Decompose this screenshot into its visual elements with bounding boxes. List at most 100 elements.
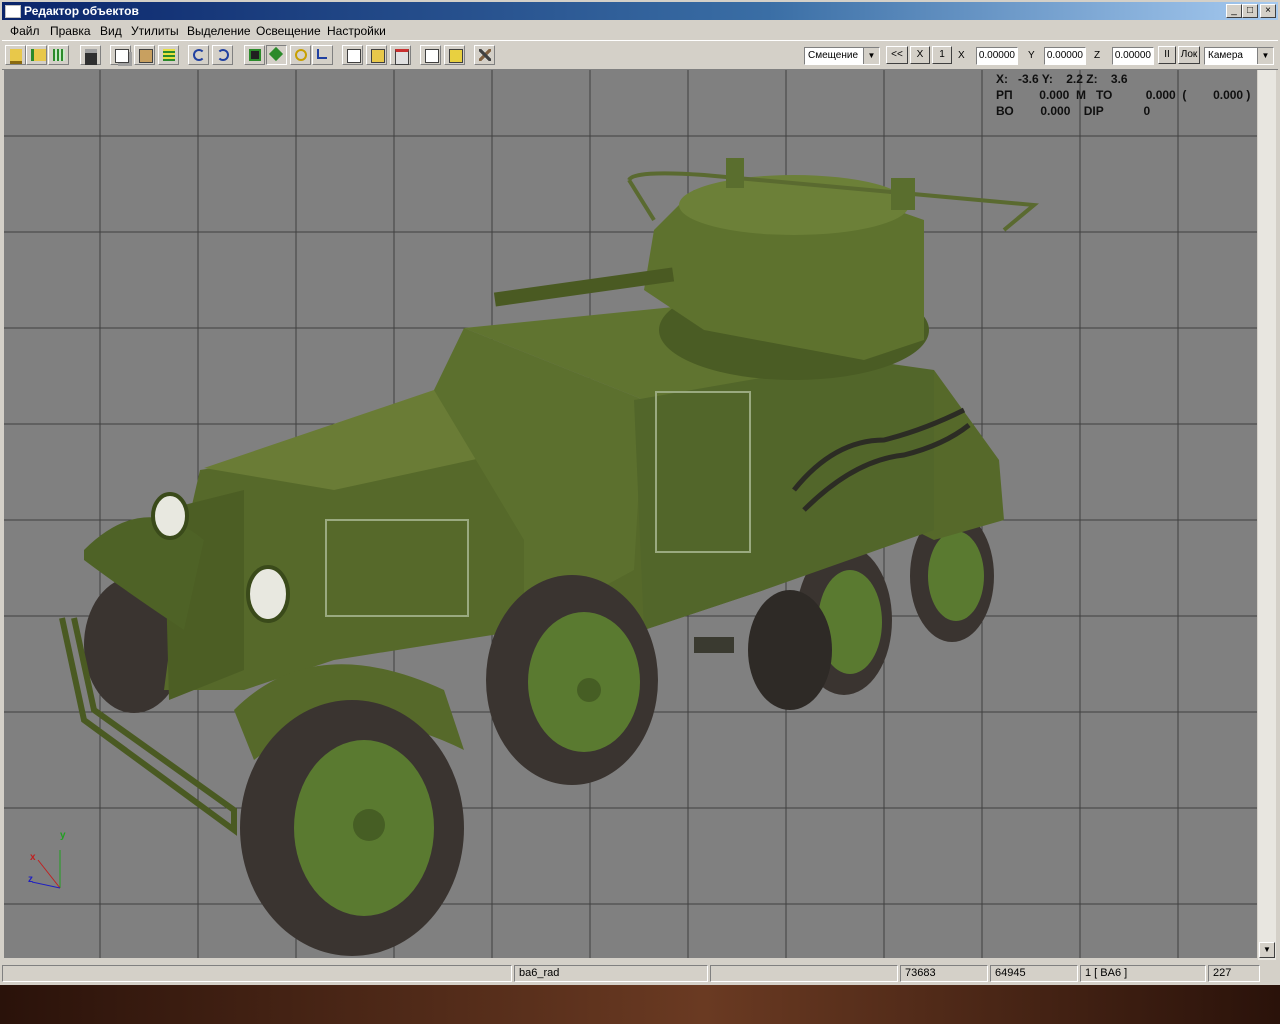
grid-select-button[interactable] (158, 45, 179, 65)
menu-utilities[interactable]: Утилиты (131, 24, 179, 38)
grid-button[interactable] (48, 45, 69, 65)
headlight-left (151, 492, 189, 540)
rotate-icon (295, 49, 307, 61)
menu-bar: Файл Правка Вид Утилиты Выделение Освеще… (2, 21, 1278, 40)
hatch-stack (891, 178, 915, 210)
paste-button[interactable] (134, 45, 155, 65)
status-vertices: 73683 (900, 965, 988, 982)
view-select-value: Камера (1208, 50, 1243, 61)
folder-props-icon (371, 49, 385, 63)
properties-icon (347, 49, 361, 63)
prev-button[interactable]: << (886, 46, 908, 64)
axis-z-label: z (28, 874, 33, 885)
status-count: 227 (1208, 965, 1260, 982)
cube-button[interactable] (444, 45, 465, 65)
headlight-right (246, 565, 290, 623)
grid-icon (53, 49, 65, 61)
menu-lighting[interactable]: Освещение (256, 24, 321, 38)
status-object: 1 [ BA6 ] (1080, 965, 1206, 982)
vertical-scrollbar[interactable]: ▼ (1258, 70, 1276, 960)
hud-bo-dip: ВО 0.000 DIP 0 (996, 104, 1151, 118)
minimize-button[interactable]: _ (1226, 4, 1242, 18)
hud-rp-to: РП 0.000 М ТО 0.000 ( 0.000 ) (996, 88, 1251, 102)
mode-select[interactable]: Смещение ▼ (804, 47, 880, 65)
move-icon (268, 46, 284, 62)
properties-button[interactable] (342, 45, 363, 65)
open-folder-button[interactable] (5, 45, 26, 65)
3d-viewport[interactable]: y x z X: -3.6 Y: 2.2 Z: 3.6 РП 0.000 М Т… (4, 70, 1257, 958)
y-field[interactable]: 0.00000 (1044, 47, 1086, 65)
undo-icon (193, 49, 205, 61)
close-button[interactable]: × (1260, 4, 1276, 18)
editor-window: Редактор объектов _ □ × Файл Правка Вид … (0, 0, 1280, 985)
box-button[interactable] (420, 45, 441, 65)
app-icon (5, 5, 21, 18)
x-toggle-button[interactable]: X (910, 46, 930, 64)
armored-car-model[interactable] (59, 158, 1039, 956)
redo-button[interactable] (212, 45, 233, 65)
cube-icon (449, 49, 463, 63)
tools-icon (479, 49, 491, 61)
window-title: Редактор объектов (24, 4, 139, 18)
open-recent-icon (31, 49, 46, 61)
status-panel-3 (710, 965, 898, 982)
undo-button[interactable] (188, 45, 209, 65)
status-model-name: ba6_rad (514, 965, 708, 982)
desktop-background (0, 985, 1280, 1024)
title-bar: Редактор объектов _ □ × (2, 2, 1278, 20)
scale-icon (317, 49, 327, 59)
step (694, 637, 734, 653)
scene-canvas: y x z (4, 70, 1257, 958)
select-button[interactable] (244, 45, 265, 65)
paste-icon (139, 49, 153, 63)
copy-button[interactable] (110, 45, 131, 65)
menu-file[interactable]: Файл (10, 24, 40, 38)
z-field[interactable]: 0.00000 (1112, 47, 1154, 65)
y-label: Y (1028, 50, 1035, 61)
open-folder-icon (10, 49, 22, 64)
material-icon (395, 49, 409, 65)
axis-x-label: x (30, 852, 36, 863)
middle-wheel (486, 575, 658, 785)
tools-button[interactable] (474, 45, 495, 65)
x-label: X (958, 50, 965, 61)
axis-y-label: y (60, 830, 66, 841)
status-panel-1 (2, 965, 512, 982)
z-label: Z (1094, 50, 1101, 61)
grid-select-icon (163, 49, 175, 61)
folder-props-button[interactable] (366, 45, 387, 65)
rotate-button[interactable] (290, 45, 311, 65)
scale-button[interactable] (312, 45, 333, 65)
save-icon (85, 49, 97, 65)
menu-view[interactable]: Вид (100, 24, 122, 38)
lock-button[interactable]: Лок (1178, 46, 1200, 64)
open-recent-button[interactable] (26, 45, 47, 65)
mode-select-value: Смещение (808, 50, 859, 61)
status-faces: 64945 (990, 965, 1078, 982)
redo-icon (217, 49, 229, 61)
chevron-down-icon: ▼ (1257, 48, 1273, 64)
save-button[interactable] (80, 45, 101, 65)
menu-selection[interactable]: Выделение (187, 24, 251, 38)
view-select[interactable]: Камера ▼ (1204, 47, 1274, 65)
scroll-down-button[interactable]: ▼ (1259, 942, 1275, 958)
material-button[interactable] (390, 45, 411, 65)
one-button[interactable]: 1 (932, 46, 952, 64)
hud-coords: X: -3.6 Y: 2.2 Z: 3.6 (996, 72, 1128, 86)
chevron-down-icon: ▼ (863, 48, 879, 64)
select-icon (249, 49, 261, 61)
rear-side (634, 360, 934, 630)
axis-gizmo: y x z (28, 830, 66, 889)
rear-wheel-back (748, 590, 832, 710)
maximize-button[interactable]: □ (1242, 4, 1258, 18)
front-wheel-near (240, 700, 464, 956)
x-field[interactable]: 0.00000 (976, 47, 1018, 65)
copy-icon (115, 49, 129, 63)
toolbar: Смещение ▼ << X 1 X 0.00000 Y 0.00000 Z 0… (2, 40, 1278, 70)
pause-button[interactable]: II (1158, 46, 1176, 64)
menu-edit[interactable]: Правка (50, 24, 91, 38)
periscope (726, 158, 744, 188)
status-bar: ba6_rad 73683 64945 1 [ BA6 ] 227 (2, 964, 1278, 983)
menu-settings[interactable]: Настройки (327, 24, 386, 38)
move-button[interactable] (266, 45, 287, 65)
